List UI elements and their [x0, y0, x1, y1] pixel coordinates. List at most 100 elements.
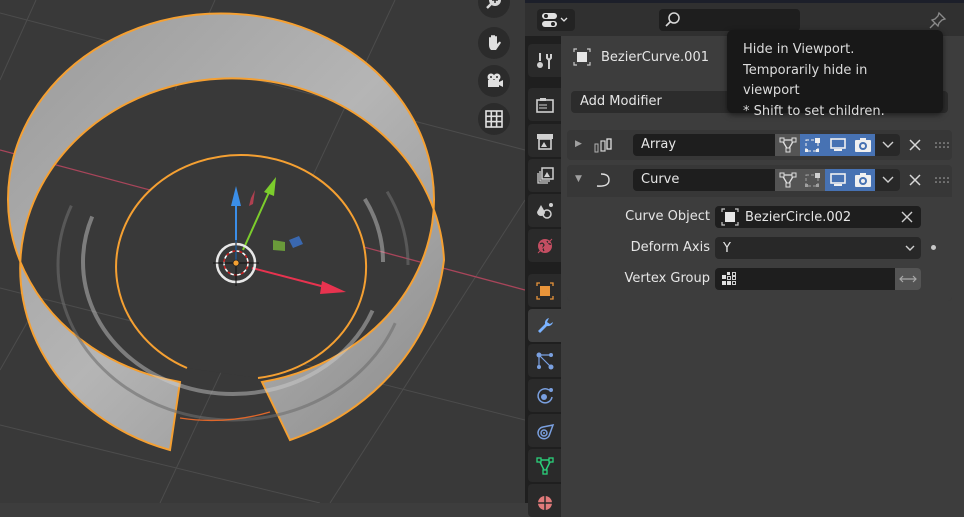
modifier-panel-array: ▶ Array: [567, 130, 952, 160]
modifier-extras-dropdown[interactable]: [875, 169, 900, 191]
object-origin: [232, 259, 240, 267]
mesh-data-icon: [535, 456, 554, 475]
curve-object-label: Curve Object: [625, 209, 710, 224]
pin-icon: [929, 11, 947, 29]
tooltip-title: Hide in Viewport.: [743, 42, 855, 57]
render-toggle[interactable]: [850, 134, 875, 156]
properties-editor-icon: [542, 13, 568, 27]
vertex-group-icon: [722, 272, 736, 285]
expand-arrow-icon[interactable]: ▶: [575, 139, 582, 149]
properties-search-input[interactable]: [659, 9, 800, 31]
wrench-icon: [537, 317, 553, 333]
double-arrow-icon: [899, 275, 917, 283]
modifier-name: Array: [641, 137, 677, 152]
modifier-header[interactable]: ▼ Curve: [567, 165, 952, 195]
on-cage-icon: [804, 138, 820, 152]
collapse-arrow-icon[interactable]: ▼: [575, 174, 582, 184]
tab-render[interactable]: [528, 88, 561, 121]
edit-mode-icon: [779, 137, 796, 153]
drag-handle[interactable]: [933, 169, 951, 191]
tab-physics[interactable]: [528, 379, 561, 412]
properties-tabs: [525, 36, 561, 517]
edit-mode-toggle[interactable]: [775, 169, 800, 191]
deform-axis-value: Y: [723, 240, 731, 256]
modifier-body: Curve Object BezierCircle.002 Deform Axi…: [567, 197, 952, 301]
inner-hole: [115, 154, 368, 379]
tab-material[interactable]: [528, 484, 561, 517]
viewport-display-toggle[interactable]: [825, 169, 850, 191]
tab-constraints[interactable]: [528, 414, 561, 447]
camera-view-icon: [487, 73, 503, 87]
grid-line: [0, 0, 37, 81]
modifier-name-input[interactable]: Array: [633, 134, 775, 156]
on-cage-toggle[interactable]: [800, 169, 825, 191]
camera-view-button[interactable]: [478, 65, 510, 97]
modifier-header[interactable]: ▶ Array: [567, 130, 952, 160]
physics-icon: [536, 387, 553, 404]
tooltip: Hide in Viewport. Temporarily hide in vi…: [727, 30, 943, 119]
edit-mode-toggle[interactable]: [775, 134, 800, 156]
remove-modifier-button[interactable]: [905, 134, 925, 156]
render-toggle[interactable]: [850, 169, 875, 191]
particles-icon: [536, 352, 553, 369]
tab-output[interactable]: [528, 124, 561, 157]
on-cage-toggle[interactable]: [800, 134, 825, 156]
camera-icon: [854, 138, 871, 152]
object-icon: [535, 281, 554, 300]
editor-type-dropdown[interactable]: [537, 9, 575, 31]
vertex-group-label: Vertex Group: [624, 271, 711, 286]
modifier-name: Curve: [641, 172, 680, 187]
tab-particles[interactable]: [528, 344, 561, 377]
array-modifier-icon: [593, 136, 613, 158]
object-name-row: BezierCurve.001: [573, 48, 709, 66]
scene-icon: [536, 202, 553, 219]
grip-icon: [935, 142, 949, 148]
modifier-name-input[interactable]: Curve: [633, 169, 775, 191]
clear-field-icon[interactable]: [901, 211, 913, 223]
drag-handle[interactable]: [933, 134, 951, 156]
curve-object-value: BezierCircle.002: [745, 209, 852, 225]
remove-modifier-button[interactable]: [905, 169, 925, 191]
keyframe-dot-icon[interactable]: [931, 245, 936, 250]
tab-world[interactable]: [528, 229, 561, 262]
vertex-group-row: Vertex Group: [567, 267, 952, 291]
output-icon: [536, 133, 553, 150]
modifier-extras-dropdown[interactable]: [875, 134, 900, 156]
toggle-ortho-button[interactable]: [478, 103, 510, 135]
tab-view-layer[interactable]: [528, 159, 561, 192]
3d-viewport[interactable]: [0, 0, 525, 503]
curve-modifier-icon: [593, 171, 613, 193]
constraints-icon: [536, 423, 554, 439]
deform-axis-label: Deform Axis: [630, 240, 710, 255]
close-icon: [909, 139, 921, 151]
object-icon: [573, 48, 591, 66]
close-icon: [909, 174, 921, 186]
add-modifier-label: Add Modifier: [580, 94, 662, 109]
edit-mode-icon: [779, 172, 796, 188]
chevron-down-icon: [882, 176, 893, 183]
tab-data[interactable]: [528, 449, 561, 482]
object-icon: [721, 208, 739, 226]
object-name: BezierCurve.001: [601, 49, 709, 65]
deform-axis-row: Deform Axis Y: [567, 236, 952, 260]
search-icon: [665, 12, 680, 27]
tab-tool[interactable]: [528, 44, 561, 77]
invert-vertex-group-toggle[interactable]: [895, 268, 921, 290]
material-icon: [537, 495, 552, 510]
tab-modifiers[interactable]: [528, 309, 561, 342]
curve-object-field[interactable]: BezierCircle.002: [715, 206, 921, 228]
world-icon: [537, 238, 552, 253]
pan-button[interactable]: [478, 27, 510, 59]
viewport-display-toggle[interactable]: [825, 134, 850, 156]
view-layer-icon: [536, 166, 554, 184]
tool-icon: [536, 52, 552, 69]
tab-scene[interactable]: [528, 194, 561, 227]
tab-object[interactable]: [528, 274, 561, 307]
render-icon: [535, 97, 554, 113]
monitor-icon: [829, 138, 846, 151]
deform-axis-dropdown[interactable]: Y: [715, 237, 921, 259]
vertex-group-field[interactable]: [715, 268, 895, 290]
zoom-icon: [486, 0, 501, 9]
curve-object-mesh[interactable]: [7, 12, 446, 452]
viewport-scene[interactable]: [0, 0, 525, 503]
